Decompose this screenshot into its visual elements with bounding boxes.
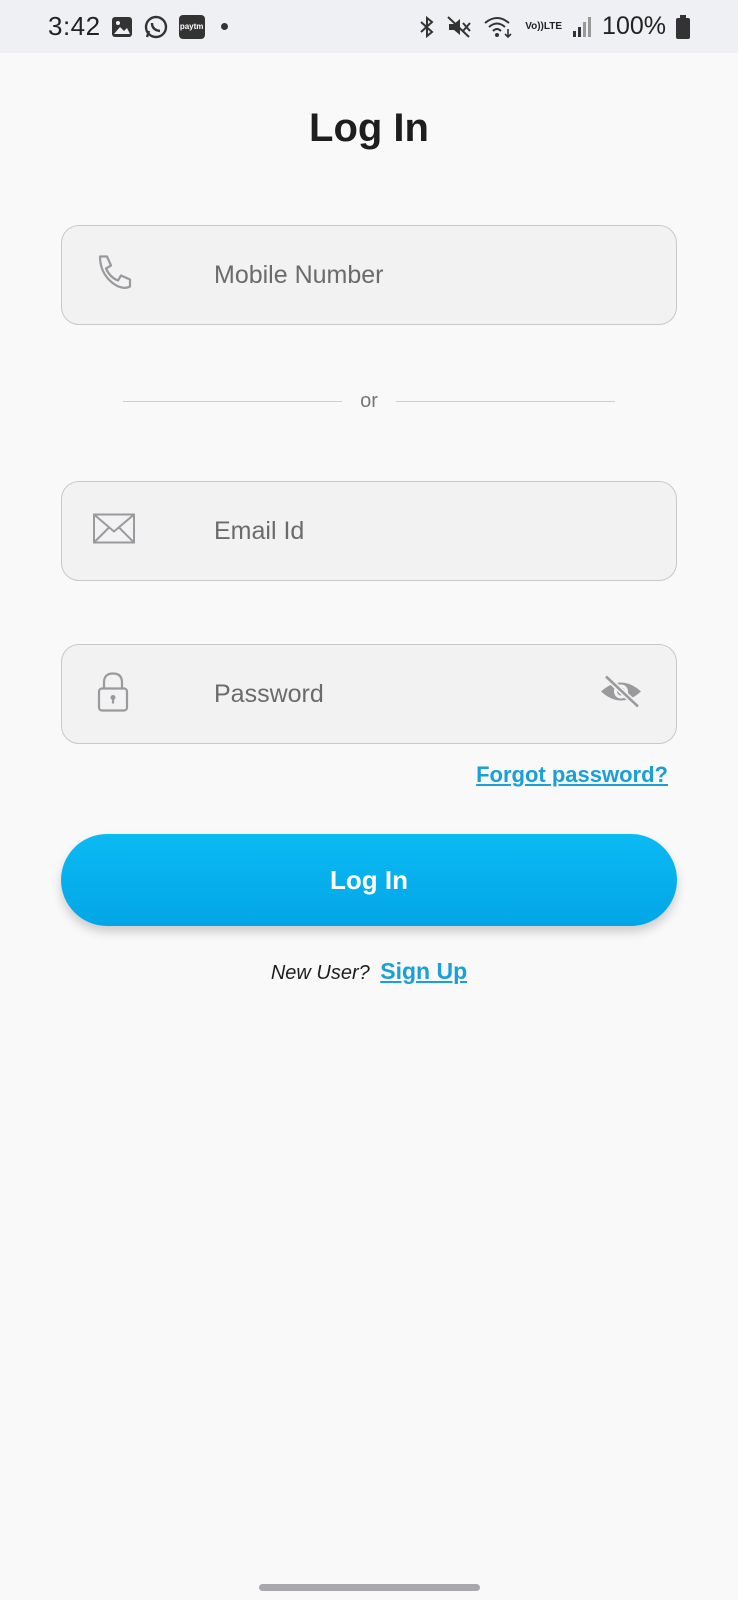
paytm-icon: paytm [178,14,205,39]
forgot-password-link[interactable]: Forgot password? [476,762,668,788]
email-field[interactable] [61,481,677,581]
battery-level: 100% [602,12,666,40]
eye-off-icon[interactable] [598,674,644,715]
notification-dot-icon [220,23,228,30]
signal-icon [572,16,592,38]
mute-icon [447,15,473,39]
password-input[interactable] [214,645,614,743]
battery-icon [676,14,690,39]
phone-icon [92,251,136,300]
login-button[interactable]: Log In [61,834,677,926]
status-bar-right: Vo)) LTE 100% [417,12,690,41]
or-divider: or [123,390,615,412]
home-indicator[interactable] [259,1584,480,1591]
password-field[interactable] [61,644,677,744]
new-user-row: New User? Sign Up [0,958,738,985]
page-title: Log In [309,106,429,150]
mail-icon [92,512,136,551]
wifi-icon [483,15,515,39]
bluetooth-icon [417,15,437,39]
email-input[interactable] [214,482,614,580]
status-bar: 3:42 paytm Vo)) LTE 100% [0,0,738,53]
mobile-number-field[interactable] [61,225,677,325]
new-user-text: New User? [270,962,370,984]
gallery-icon [111,16,133,38]
lock-icon [96,671,130,718]
status-time: 3:42 [48,11,101,41]
divider-line-right [396,401,615,402]
volte-icon: Vo)) LTE [525,20,563,32]
volte-bottom-label: LTE [543,20,563,32]
mobile-number-input[interactable] [214,226,614,324]
volte-top-label: Vo)) [525,20,544,32]
status-bar-left: 3:42 paytm [48,11,228,42]
whatsapp-icon [143,14,169,40]
login-screen: 3:42 paytm Vo)) LTE 100% Log In Mobile N… [0,0,738,1600]
sign-up-link[interactable]: Sign Up [380,958,467,984]
